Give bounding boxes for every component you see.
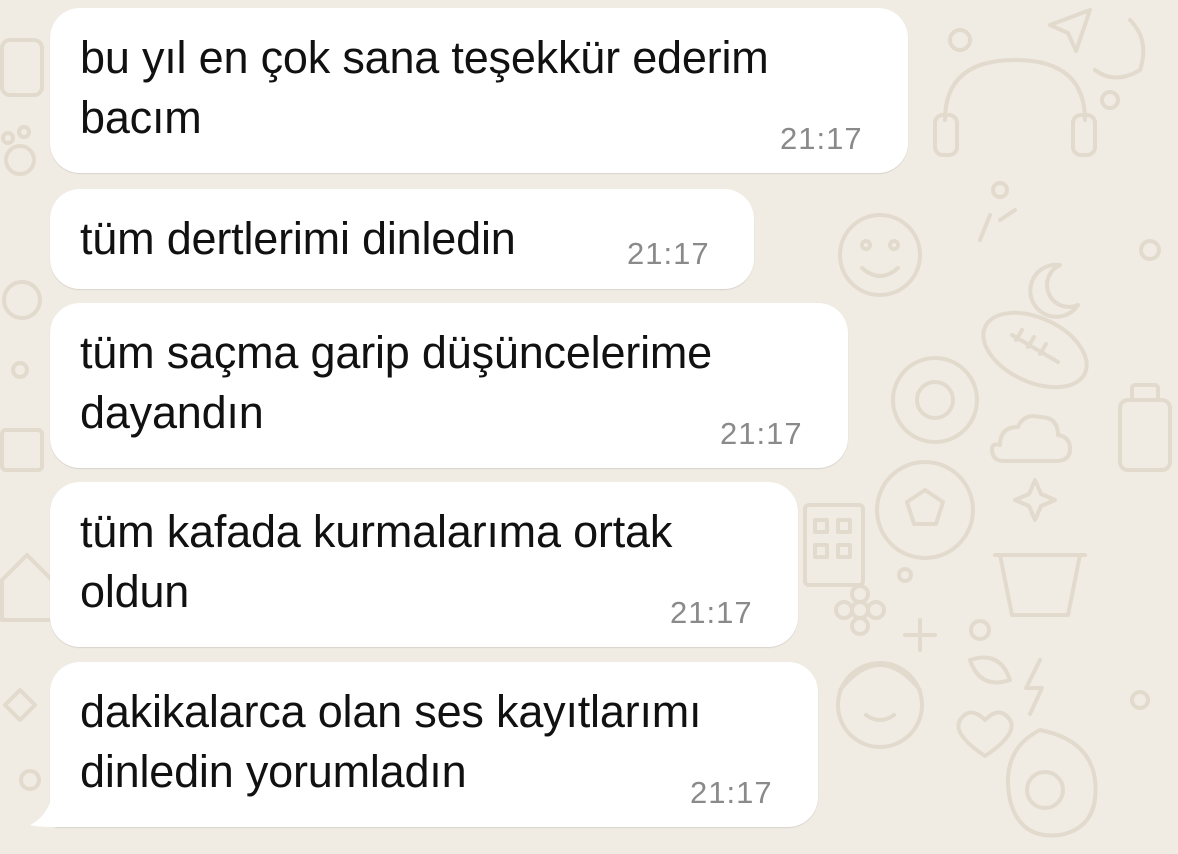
message-timestamp: 21:17 [627,236,710,271]
message-bubble[interactable]: bu yıl en çok sana teşekkür ederim bacım… [50,8,908,173]
bubble-tail [30,797,70,827]
message-bubble[interactable]: dakikalarca olan ses kayıtlarımı dinledi… [50,662,818,827]
message-bubble[interactable]: tüm kafada kurmalarıma ortak oldun 21:17 [50,482,798,647]
message-text: bu yıl en çok sana teşekkür ederim bacım [80,32,769,143]
message-bubble[interactable]: tüm dertlerimi dinledin 21:17 [50,189,754,289]
message-timestamp: 21:17 [690,775,773,810]
message-text: tüm kafada kurmalarıma ortak oldun [80,506,673,617]
message-timestamp: 21:17 [780,121,863,156]
message-text: tüm dertlerimi dinledin [80,213,516,264]
message-timestamp: 21:17 [720,416,803,451]
message-timestamp: 21:17 [670,595,753,630]
message-bubble[interactable]: tüm saçma garip düşüncelerime dayandın 2… [50,303,848,468]
message-text: dakikalarca olan ses kayıtlarımı dinledi… [80,686,702,797]
message-text: tüm saçma garip düşüncelerime dayandın [80,327,712,438]
